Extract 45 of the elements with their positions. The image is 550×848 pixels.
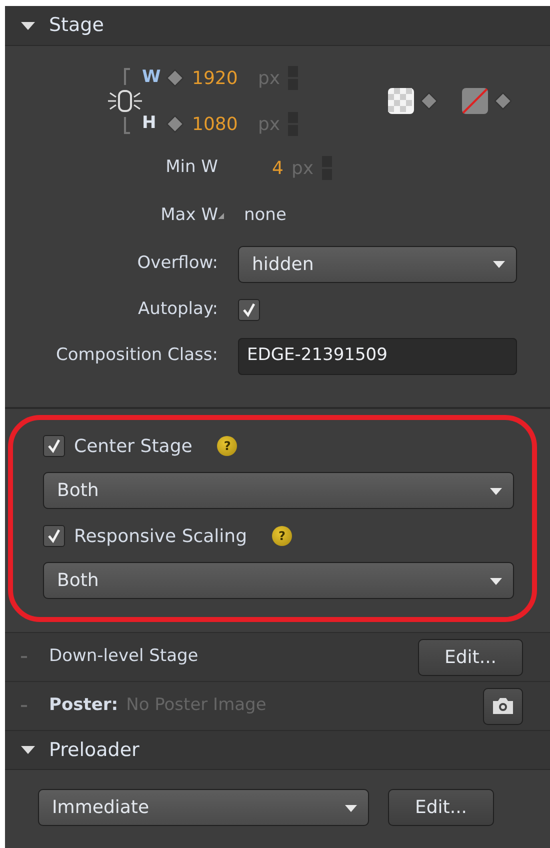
- keyframe-diamond-icon[interactable]: [166, 115, 184, 133]
- checkmark-icon: [46, 528, 62, 544]
- section-title: Down-level Stage: [49, 645, 198, 668]
- preloader-dropdown[interactable]: Immediate: [38, 789, 369, 826]
- checkbox[interactable]: [43, 525, 65, 547]
- max-width-value[interactable]: none: [244, 203, 286, 229]
- field-label: Min W: [164, 156, 218, 180]
- corner-icon[interactable]: [218, 213, 224, 219]
- checkbox[interactable]: [43, 435, 65, 457]
- camera-icon: [492, 697, 514, 715]
- camera-button[interactable]: [483, 688, 523, 724]
- overflow-dropdown[interactable]: hidden: [238, 246, 517, 282]
- option-label: Center Stage: [74, 434, 192, 458]
- poster-label: Poster:: [49, 694, 118, 718]
- help-icon[interactable]: ?: [217, 436, 238, 456]
- section-title: Preloader: [49, 738, 140, 763]
- caret-icon: [492, 259, 506, 269]
- help-icon[interactable]: ?: [272, 526, 292, 546]
- dimension-value[interactable]: 1920: [192, 64, 250, 92]
- field-label: Autoplay:: [137, 298, 218, 322]
- checkmark-icon: [46, 438, 62, 454]
- min-width-value[interactable]: 4: [272, 154, 284, 182]
- dimension-label: H: [142, 112, 158, 136]
- dimension-label: W: [142, 66, 158, 90]
- edit-button[interactable]: Edit...: [418, 638, 523, 676]
- dimension-value[interactable]: 1080: [192, 110, 250, 138]
- section-title: Stage: [49, 13, 104, 38]
- no-color-swatch-icon[interactable]: [462, 88, 488, 114]
- keyframe-diamond-icon[interactable]: [420, 92, 438, 110]
- field-label: Overflow:: [136, 252, 218, 276]
- option-dropdown[interactable]: Both: [43, 472, 514, 509]
- field-label: Max W: [160, 204, 218, 228]
- text-field[interactable]: EDGE-21391509: [238, 338, 517, 374]
- checkbox[interactable]: [238, 299, 260, 321]
- caret-icon: [344, 802, 358, 812]
- transparent-swatch-icon[interactable]: [388, 88, 414, 114]
- caret-icon: [489, 486, 503, 496]
- option-label: Responsive Scaling: [74, 524, 248, 548]
- edit-button[interactable]: Edit...: [388, 789, 494, 826]
- keyframe-diamond-icon[interactable]: [166, 69, 184, 87]
- option-dropdown[interactable]: Both: [43, 562, 514, 599]
- checkmark-icon: [241, 302, 257, 318]
- caret-icon: [489, 576, 503, 586]
- keyframe-diamond-icon[interactable]: [494, 92, 512, 110]
- field-label: Composition Class:: [54, 344, 218, 368]
